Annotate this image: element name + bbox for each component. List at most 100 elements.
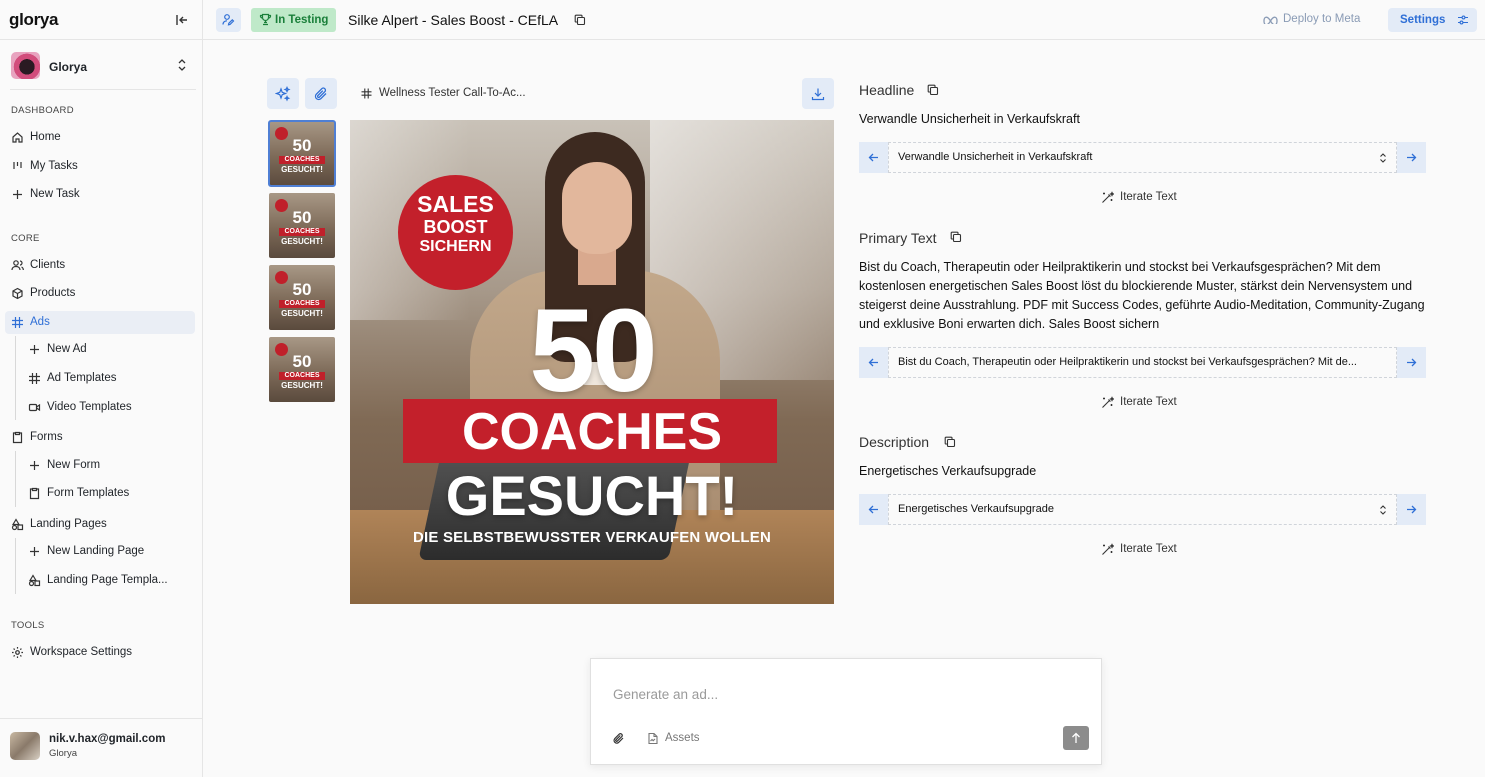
sidebar-item-label: Landing Page Templa... — [47, 574, 168, 586]
sidebar-item-my-tasks[interactable]: My Tasks — [5, 155, 195, 178]
top-bar: In Testing Silke Alpert - Sales Boost - … — [203, 0, 1485, 40]
sidebar-item-workspace-settings[interactable]: Workspace Settings — [5, 641, 195, 664]
trophy-icon — [259, 13, 272, 26]
hash-icon — [12, 317, 23, 328]
ad-thumbnail[interactable]: 50 COACHES GESUCHT! — [269, 337, 335, 402]
thumb-number: 50 — [292, 352, 312, 371]
status-badge[interactable]: In Testing — [251, 8, 337, 32]
magic-wand-icon — [1102, 543, 1114, 555]
status-label: In Testing — [275, 14, 329, 26]
settings-label: Settings — [1400, 14, 1446, 26]
iterate-text-button[interactable]: Iterate Text — [1101, 396, 1177, 408]
ad-thumbnail[interactable]: 50 COACHES GESUCHT! — [268, 120, 336, 187]
workspace-switcher[interactable]: Glorya — [10, 50, 196, 90]
arrow-right-icon — [1407, 153, 1417, 162]
copy-icon[interactable] — [950, 231, 962, 243]
download-icon — [811, 88, 825, 101]
copy-icon[interactable] — [574, 14, 586, 26]
sidebar-item-form-templates[interactable]: Form Templates — [22, 482, 195, 505]
avatar — [10, 732, 40, 760]
prev-variant-button[interactable] — [859, 494, 888, 525]
magic-wand-icon — [1102, 191, 1114, 203]
paperclip-icon[interactable] — [612, 732, 625, 745]
hash-icon — [361, 88, 372, 99]
assets-label: Assets — [665, 732, 700, 744]
iterate-text-button[interactable]: Iterate Text — [1101, 191, 1177, 203]
package-icon — [12, 287, 23, 300]
ai-generate-button[interactable] — [267, 78, 299, 109]
arrow-up-icon — [1072, 732, 1080, 743]
thumb-bar: COACHES — [279, 156, 325, 164]
form-icon — [12, 431, 23, 444]
tree-line — [15, 538, 16, 594]
chevron-updown-icon — [1380, 505, 1386, 515]
shapes-icon — [28, 574, 41, 587]
primary-text-title: Primary Text — [859, 230, 937, 246]
plus-icon — [30, 345, 39, 354]
variant-select[interactable]: Bist du Coach, Therapeutin oder Heilprak… — [888, 347, 1397, 378]
sidebar-item-new-task[interactable]: New Task — [5, 183, 195, 206]
sidebar-item-clients[interactable]: Clients — [5, 254, 195, 277]
prev-variant-button[interactable] — [859, 142, 888, 173]
person-face — [562, 162, 632, 254]
copy-icon[interactable] — [927, 84, 939, 96]
attach-button[interactable] — [305, 78, 337, 109]
sidebar-item-label: New Task — [30, 188, 80, 200]
generate-prompt-input[interactable] — [613, 684, 1083, 704]
copy-icon[interactable] — [944, 436, 956, 448]
sidebar-item-label: Forms — [30, 431, 63, 443]
sidebar-item-landing-pages[interactable]: Landing Pages — [5, 513, 195, 536]
sidebar-item-label: Form Templates — [47, 487, 130, 499]
variant-select[interactable]: Verwandle Unsicherheit in Verkaufskraft — [888, 142, 1397, 173]
ad-thumbnail[interactable]: 50 COACHES GESUCHT! — [269, 193, 335, 258]
sidebar-item-new-ad[interactable]: New Ad — [22, 338, 195, 361]
sidebar-item-video-templates[interactable]: Video Templates — [22, 396, 195, 419]
sidebar-item-label: Products — [30, 287, 76, 299]
iterate-text-button[interactable]: Iterate Text — [1101, 543, 1177, 555]
thumb-number: 50 — [292, 136, 312, 155]
settings-button[interactable]: Settings — [1388, 8, 1477, 32]
sidebar-item-ad-templates[interactable]: Ad Templates — [22, 367, 195, 390]
thumb-bar: COACHES — [279, 372, 325, 380]
kanban-icon — [13, 162, 22, 169]
plus-icon — [30, 547, 39, 556]
headline-variant-selector: Verwandle Unsicherheit in Verkaufskraft — [859, 142, 1426, 173]
download-button[interactable] — [802, 78, 834, 109]
arrow-right-icon — [1407, 358, 1417, 367]
sidebar-header: glorya — [0, 0, 203, 40]
arrow-right-icon — [1407, 505, 1417, 514]
sidebar-item-label: Clients — [30, 259, 66, 271]
sidebar-item-new-landing-page[interactable]: New Landing Page — [22, 540, 195, 563]
deploy-to-meta-button[interactable]: Deploy to Meta — [1263, 13, 1360, 25]
next-variant-button[interactable] — [1397, 142, 1426, 173]
ad-creative-preview[interactable]: SALES BOOST SICHERN 50 COACHES GESUCHT! … — [350, 120, 834, 604]
tree-line — [15, 451, 16, 507]
app-logo[interactable]: glorya — [9, 10, 59, 30]
sidebar-item-home[interactable]: Home — [5, 126, 195, 149]
sidebar-item-forms[interactable]: Forms — [5, 426, 195, 449]
next-variant-button[interactable] — [1397, 494, 1426, 525]
ad-thumbnail[interactable]: 50 COACHES GESUCHT! — [269, 265, 335, 330]
collapse-sidebar-icon[interactable] — [175, 13, 189, 27]
sidebar-item-ads[interactable]: Ads — [5, 311, 195, 334]
chevron-updown-icon — [178, 59, 186, 71]
next-variant-button[interactable] — [1397, 347, 1426, 378]
meta-icon — [1263, 16, 1278, 24]
sidebar-item-landing-page-templates[interactable]: Landing Page Templa... — [22, 569, 195, 592]
sidebar-item-new-form[interactable]: New Form — [22, 454, 195, 477]
send-button[interactable] — [1063, 726, 1089, 750]
assign-user-button[interactable] — [216, 8, 241, 32]
sidebar-item-products[interactable]: Products — [5, 282, 195, 305]
assets-button[interactable]: Assets — [647, 732, 700, 745]
user-edit-icon — [222, 14, 235, 26]
user-account[interactable]: nik.v.hax@gmail.com Glorya — [0, 718, 203, 777]
variant-select[interactable]: Energetisches Verkaufsupgrade — [888, 494, 1397, 525]
prev-variant-button[interactable] — [859, 347, 888, 378]
template-name[interactable]: Wellness Tester Call-To-Ac... — [361, 87, 526, 99]
badge-line-1: SALES — [417, 191, 494, 217]
section-label-core: CORE — [11, 233, 40, 244]
ad-bar-text: COACHES — [461, 403, 723, 461]
ad-subline: DIE SELBSTBEWUSSTER VERKAUFEN WOLLEN — [412, 529, 772, 546]
shapes-icon — [11, 518, 24, 531]
variant-selected-text: Bist du Coach, Therapeutin oder Heilprak… — [898, 356, 1357, 368]
